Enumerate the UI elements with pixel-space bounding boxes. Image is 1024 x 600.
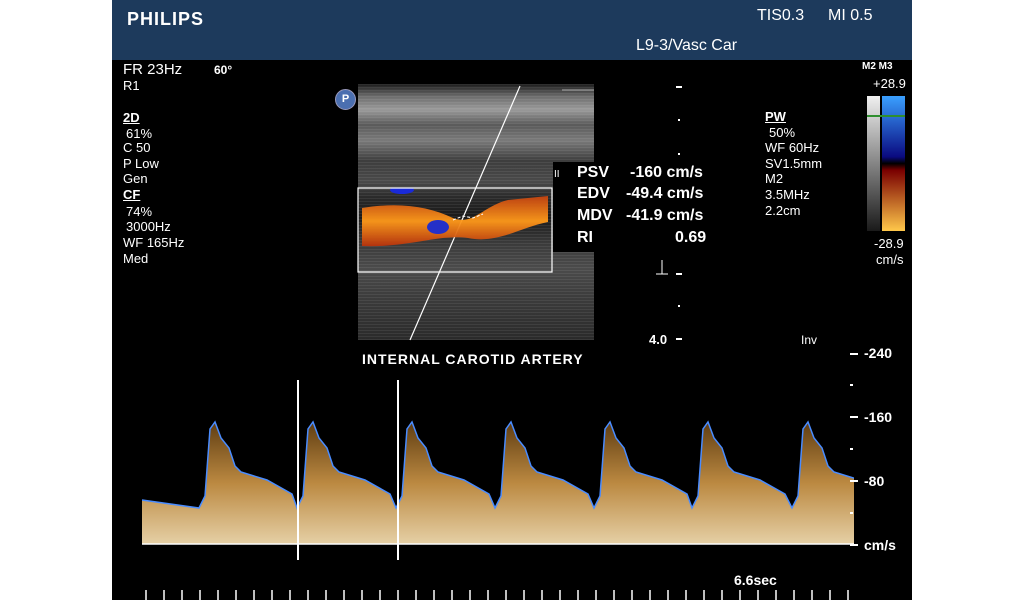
twod-heading: 2D [123, 110, 140, 125]
header-bar: PHILIPS TIS0.3 MI 0.5 L9-3/Vasc Car [112, 0, 912, 60]
ri-label: RI [577, 229, 593, 246]
ultrasound-screen: PHILIPS TIS0.3 MI 0.5 L9-3/Vasc Car FR 2… [112, 0, 912, 600]
cf-heading: CF [123, 187, 141, 202]
colorbar-min: -28.9 [874, 236, 904, 251]
colorbar-unit: cm/s [876, 252, 904, 267]
invert-label: Inv [801, 333, 818, 347]
twod-gain: 61% [126, 126, 153, 141]
sector-angle: 60° [214, 63, 233, 77]
pw-wall-filter: WF 60Hz [765, 140, 820, 155]
velocity-unit: cm/s [864, 537, 896, 553]
pw-sample-volume: SV1.5mm [765, 156, 823, 171]
pw-frequency: 3.5MHz [765, 187, 810, 202]
mi-readout: MI 0.5 [828, 7, 873, 24]
velocity-tick-240: -240 [864, 345, 893, 361]
cf-frequency: 3000Hz [126, 219, 171, 234]
psv-label: PSV [577, 164, 610, 181]
pw-gain: 50% [769, 125, 796, 140]
edv-label: EDV [577, 185, 610, 202]
time-axis [145, 590, 849, 600]
resolution-label: R1 [123, 78, 140, 93]
mdv-label: MDV [577, 207, 613, 224]
pw-depth: 2.2cm [765, 203, 801, 218]
image-label: INTERNAL CAROTID ARTERY [362, 351, 584, 367]
velocity-tick-160: -160 [864, 409, 893, 425]
probe-preset: L9-3/Vasc Car [636, 37, 738, 54]
twod-compression: C 50 [123, 140, 151, 155]
brand-logo: PHILIPS [127, 9, 205, 29]
colorbar-max: +28.9 [873, 76, 906, 91]
cf-med: Med [123, 251, 149, 266]
twod-persistence: P Low [123, 156, 159, 171]
velocity-scale [850, 353, 858, 546]
frame-rate: FR 23Hz [123, 61, 183, 78]
depth-scale [656, 86, 682, 340]
cf-wall-filter: WF 165Hz [123, 235, 185, 250]
measurement-marker: II [554, 169, 560, 180]
spectral-doppler-waveform [142, 380, 854, 560]
twod-gen: Gen [123, 171, 148, 186]
cf-gain: 74% [126, 204, 153, 219]
color-roi-outline [357, 187, 553, 273]
pw-m2: M2 [765, 171, 784, 186]
pw-heading: PW [765, 109, 786, 124]
depth-value: 4.0 [649, 332, 668, 347]
color-scale-bar [867, 96, 905, 231]
sweep-time: 6.6sec [734, 572, 777, 588]
velocity-tick-80: -80 [864, 473, 885, 489]
tis-readout: TIS0.3 [757, 7, 805, 24]
orientation-marker-icon: P [335, 89, 356, 110]
colorbar-label: M2 M3 [862, 61, 893, 72]
